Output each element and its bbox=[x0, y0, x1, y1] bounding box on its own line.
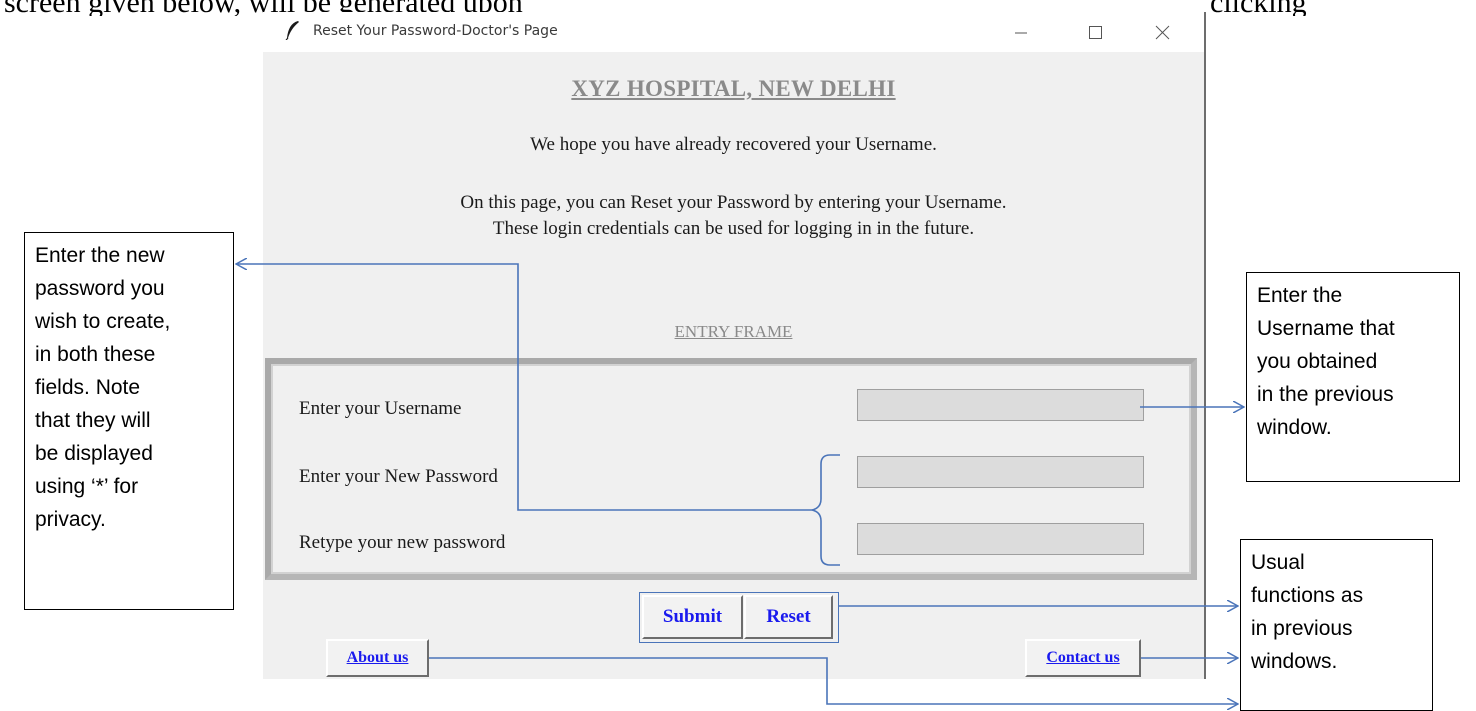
reset-password-window: Reset Your Password-Doctor's Page XYZ HO… bbox=[263, 12, 1206, 679]
close-icon bbox=[1155, 25, 1170, 40]
new-password-input[interactable] bbox=[857, 456, 1144, 488]
document-text-right: clicking bbox=[1210, 0, 1307, 16]
callout-line: Enter the bbox=[1257, 284, 1343, 307]
callout-line: that they will bbox=[35, 409, 151, 432]
callout-buttons-note: Usual functions as in previous windows. bbox=[1240, 539, 1433, 711]
callout-line: in previous bbox=[1251, 617, 1353, 640]
callout-line: wish to create, bbox=[35, 310, 171, 333]
action-button-group: Submit Reset bbox=[639, 592, 839, 643]
callout-password-note: Enter the new password you wish to creat… bbox=[24, 232, 234, 610]
retype-password-input[interactable] bbox=[857, 523, 1144, 555]
close-button[interactable] bbox=[1143, 18, 1183, 46]
callout-line: privacy. bbox=[35, 508, 106, 531]
intro-text-2: On this page, you can Reset your Passwor… bbox=[460, 192, 1007, 213]
about-us-button[interactable]: About us bbox=[326, 639, 429, 677]
callout-line: Enter the new bbox=[35, 244, 165, 267]
hospital-heading: XYZ HOSPITAL, NEW DELHI bbox=[571, 76, 896, 101]
callout-line: window. bbox=[1257, 416, 1332, 439]
window-title: Reset Your Password-Doctor's Page bbox=[313, 23, 558, 39]
reset-button[interactable]: Reset bbox=[744, 595, 833, 639]
callout-line: fields. Note bbox=[35, 376, 141, 399]
new-password-label: Enter your New Password bbox=[299, 466, 498, 487]
retype-password-label: Retype your new password bbox=[299, 532, 506, 553]
maximize-icon bbox=[1089, 26, 1102, 39]
callout-line: you obtained bbox=[1257, 350, 1378, 373]
callout-line: Usual bbox=[1251, 551, 1305, 574]
callout-username-note: Enter the Username that you obtained in … bbox=[1246, 272, 1460, 482]
callout-line: in the previous bbox=[1257, 383, 1394, 406]
intro-text-3: These login credentials can be used for … bbox=[492, 218, 975, 239]
callout-line: using ‘*’ for bbox=[35, 475, 139, 498]
maximize-button[interactable] bbox=[1075, 18, 1115, 46]
username-label: Enter your Username bbox=[299, 398, 462, 419]
callout-line: in both these bbox=[35, 343, 156, 366]
callout-line: be displayed bbox=[35, 442, 153, 465]
callout-line: password you bbox=[35, 277, 165, 300]
callout-line: windows. bbox=[1251, 650, 1338, 673]
contact-us-button[interactable]: Contact us bbox=[1025, 639, 1141, 677]
title-bar[interactable]: Reset Your Password-Doctor's Page bbox=[263, 12, 1204, 52]
callout-line: functions as bbox=[1251, 584, 1364, 607]
entry-frame-title: ENTRY FRAME bbox=[674, 322, 793, 341]
feather-app-icon bbox=[285, 21, 299, 40]
username-input[interactable] bbox=[857, 389, 1144, 421]
intro-text-1: We hope you have already recovered your … bbox=[530, 134, 937, 155]
minimize-button[interactable] bbox=[1001, 18, 1041, 46]
submit-button[interactable]: Submit bbox=[642, 595, 743, 639]
callout-line: Username that bbox=[1257, 317, 1395, 340]
minimize-icon bbox=[1015, 32, 1027, 34]
